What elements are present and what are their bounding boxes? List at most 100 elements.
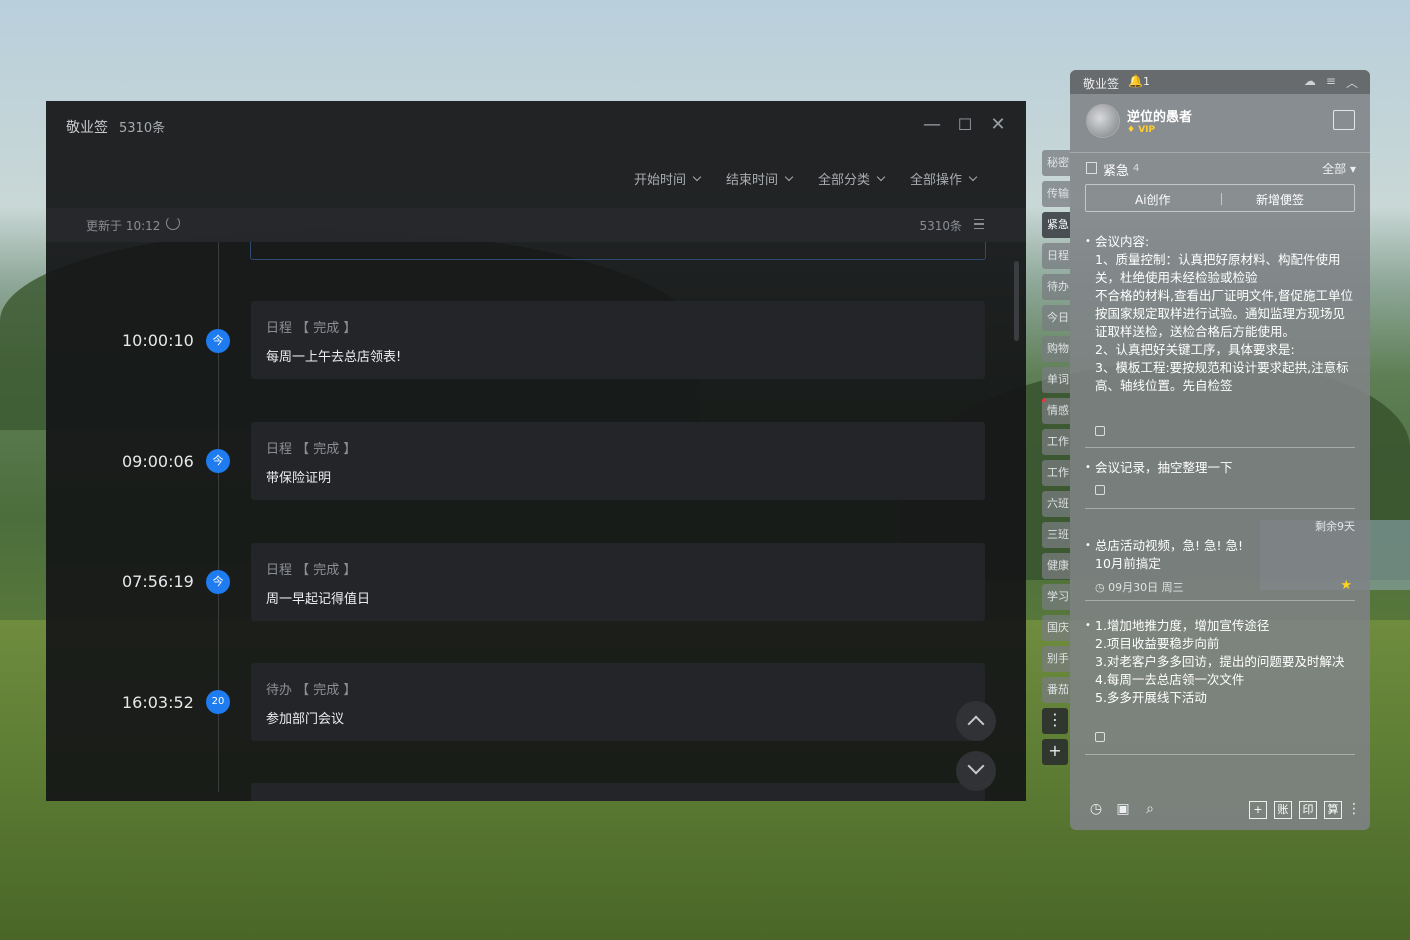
- filter-end-time[interactable]: 结束时间: [725, 169, 794, 188]
- entry-time: 10:00:10: [122, 331, 194, 350]
- avatar[interactable]: [1086, 104, 1120, 138]
- note-item[interactable]: • 总店活动视频，急! 急! 急! 10月前搞定: [1085, 537, 1357, 573]
- chevron-down-icon: [784, 172, 794, 181]
- bullet: •: [1085, 620, 1091, 631]
- chevron-down-icon: [876, 172, 886, 181]
- archive-icon[interactable]: ▣: [1115, 801, 1131, 817]
- clock-icon[interactable]: ◷: [1088, 801, 1104, 817]
- note-item[interactable]: • 1.增加地推力度，增加宣传途径 2.项目收益要稳步向前 3.对老客户多多回访…: [1085, 617, 1357, 707]
- date-text: 09月30日 周三: [1108, 581, 1184, 594]
- calendar-icon[interactable]: [1333, 110, 1355, 130]
- record-card[interactable]: 日程 【 完成 】 带保险证明: [251, 422, 985, 500]
- calculator-button[interactable]: 算: [1324, 801, 1342, 819]
- filter-label: 结束时间: [725, 173, 778, 188]
- minimize-button[interactable]: —: [920, 113, 944, 137]
- filter-start-time[interactable]: 开始时间: [633, 169, 702, 188]
- more-icon[interactable]: ⋮: [1346, 801, 1362, 817]
- tab-category[interactable]: 国庆: [1042, 615, 1070, 641]
- day-badge: 今: [206, 449, 230, 473]
- bullet: •: [1085, 236, 1091, 247]
- scrollbar-thumb[interactable]: [1014, 261, 1019, 341]
- flag-icon: [1086, 162, 1097, 174]
- note-text: 会议记录，抽空整理一下: [1095, 460, 1233, 475]
- chevron-down-icon: [967, 757, 985, 775]
- tab-category[interactable]: 今日: [1042, 305, 1070, 331]
- tab-category[interactable]: 工作: [1042, 460, 1070, 486]
- filter-label: 开始时间: [633, 173, 686, 188]
- ai-create-button[interactable]: Ai创作: [1135, 191, 1171, 208]
- tab-category[interactable]: 学习: [1042, 584, 1070, 610]
- note-item[interactable]: • 会议内容: 1、质量控制：认真把好原材料、构配件使用关，杜绝使用未经检验或检…: [1085, 233, 1357, 413]
- new-note-button[interactable]: 新增便签: [1256, 191, 1304, 208]
- menu-icon[interactable]: ≡: [1326, 74, 1336, 91]
- record-card[interactable]: 待办 【 完成 】 参加部门会议: [251, 663, 985, 741]
- tab-category[interactable]: 三班: [1042, 522, 1070, 548]
- filter-category[interactable]: 全部分类: [817, 169, 886, 188]
- title-bar[interactable]: 敬业签 5310条 — ☐ ✕: [46, 101, 1026, 149]
- cloud-icon[interactable]: ☁: [1304, 74, 1316, 91]
- divider: [1221, 193, 1222, 205]
- category-tabs: 秘密 传输 紧急 日程 待办 今日 购物 单词 情感 工作 工作 六班 三班 健…: [1042, 150, 1072, 770]
- tab-category[interactable]: 购物: [1042, 336, 1070, 362]
- bullet: •: [1085, 540, 1091, 551]
- tab-category-active[interactable]: 紧急: [1042, 212, 1070, 238]
- filter-label: 全部分类: [817, 173, 870, 188]
- search-icon[interactable]: ⌕: [1142, 801, 1158, 817]
- day-badge: 今: [206, 570, 230, 594]
- divider: [1070, 152, 1370, 153]
- refresh-icon[interactable]: [166, 216, 180, 230]
- card-title: 周一早起记得值日: [266, 592, 371, 607]
- note-text: 1.增加地推力度，增加宣传途径 2.项目收益要稳步向前 3.对老客户多多回访，提…: [1095, 618, 1345, 705]
- record-card[interactable]: 日程 【 完成 】 周一早起记得值日: [251, 543, 985, 621]
- ledger-button[interactable]: 账: [1274, 801, 1292, 819]
- card-title: 带保险证明: [266, 471, 332, 486]
- record-card[interactable]: 日程 【 完成 】 每周一上午去总店领表!: [251, 301, 985, 379]
- reminder-date: ◷ 09月30日 周三: [1095, 581, 1184, 594]
- filter-operation[interactable]: 全部操作: [910, 169, 978, 188]
- entry-time: 09:00:06: [122, 452, 194, 471]
- card-title: 每周一上午去总店领表!: [266, 350, 402, 365]
- sticky-title: 敬业签: [1083, 77, 1120, 91]
- tab-category[interactable]: 健康: [1042, 553, 1070, 579]
- remaining-days: 剩余9天: [1315, 520, 1355, 533]
- vip-label: VIP: [1138, 125, 1156, 135]
- add-category-button[interactable]: +: [1042, 739, 1068, 765]
- maximize-button[interactable]: ☐: [953, 113, 977, 137]
- category-count: 4: [1133, 163, 1140, 174]
- collapse-icon[interactable]: ︿: [1346, 74, 1358, 91]
- tab-category[interactable]: 番茄: [1042, 677, 1070, 703]
- card-meta: 日程 【 完成 】: [266, 321, 357, 336]
- scroll-up-button[interactable]: [956, 701, 996, 741]
- sticky-footer: ◷ ▣ ⌕ + 账 印 算 ⋮: [1070, 795, 1370, 825]
- divider: [1085, 447, 1355, 448]
- note-item[interactable]: • 会议记录，抽空整理一下: [1085, 459, 1357, 477]
- divider: [1085, 600, 1355, 601]
- star-icon[interactable]: ★: [1340, 578, 1352, 593]
- tab-category[interactable]: 情感: [1042, 398, 1070, 424]
- tab-category[interactable]: 传输: [1042, 181, 1070, 207]
- tab-category[interactable]: 单词: [1042, 367, 1070, 393]
- tab-category[interactable]: 日程: [1042, 243, 1070, 269]
- chevron-up-icon: [967, 715, 985, 733]
- sticky-title-bar[interactable]: 敬业签 🔔 1 ☁ ≡ ︿: [1070, 70, 1370, 94]
- chevron-down-icon: [692, 172, 702, 181]
- selected-card-partial[interactable]: [250, 242, 986, 260]
- add-box-icon[interactable]: +: [1249, 801, 1267, 819]
- notify-count: 1: [1143, 75, 1150, 88]
- scroll-down-button[interactable]: [956, 751, 996, 791]
- tab-category[interactable]: 工作: [1042, 429, 1070, 455]
- more-tabs-button[interactable]: ⋮: [1042, 708, 1068, 734]
- tab-category[interactable]: 别手: [1042, 646, 1070, 672]
- tab-category[interactable]: 秘密: [1042, 150, 1070, 176]
- record-card-partial[interactable]: [251, 783, 985, 801]
- print-button[interactable]: 印: [1299, 801, 1317, 819]
- bell-icon[interactable]: 🔔: [1128, 74, 1143, 88]
- action-bar: Ai创作 新增便签: [1085, 184, 1355, 212]
- tab-category[interactable]: 六班: [1042, 491, 1070, 517]
- note-text: 会议内容: 1、质量控制：认真把好原材料、构配件使用关，杜绝使用未经检验或检验 …: [1095, 234, 1353, 393]
- category-filter[interactable]: 全部 ▾: [1322, 160, 1356, 177]
- sticky-panel: 敬业签 🔔 1 ☁ ≡ ︿ 逆位的愚者 ♦ VIP 紧急 4 全部 ▾ Ai创作…: [1070, 70, 1370, 830]
- list-view-icon[interactable]: [974, 219, 984, 229]
- close-button[interactable]: ✕: [986, 113, 1010, 137]
- tab-category[interactable]: 待办: [1042, 274, 1070, 300]
